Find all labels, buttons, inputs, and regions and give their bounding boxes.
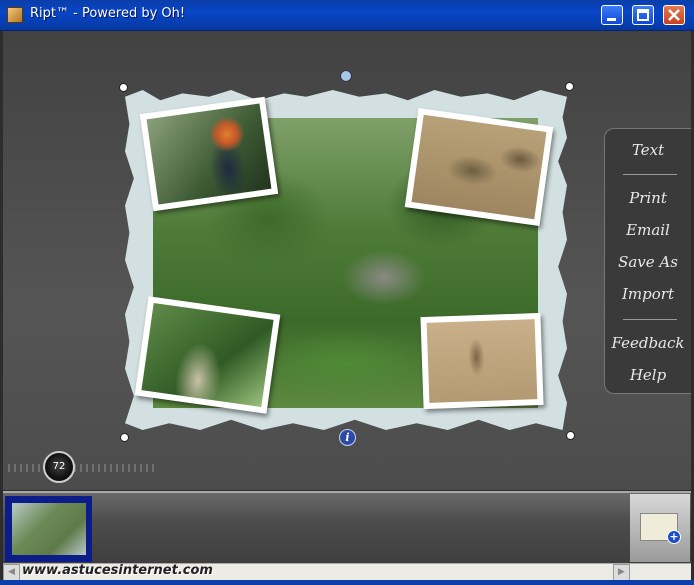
window-title: Ript™ - Powered by Oh!	[30, 6, 186, 21]
resize-handle-bottom-left[interactable]	[120, 433, 129, 442]
side-menu-panel: Text Print Email Save As Import Feedback…	[604, 128, 691, 394]
photo-tortoises[interactable]	[404, 108, 554, 226]
plus-icon: +	[667, 530, 681, 544]
window-border	[0, 580, 694, 585]
resize-handle-top-right[interactable]	[565, 82, 574, 91]
rotate-handle[interactable]	[340, 70, 352, 82]
zoom-slider-track[interactable]	[8, 464, 158, 472]
photo-path[interactable]	[134, 296, 281, 414]
photo-meerkat[interactable]	[420, 312, 544, 410]
menu-text[interactable]: Text	[605, 141, 691, 159]
menu-separator	[623, 174, 677, 175]
menu-help[interactable]: Help	[605, 366, 691, 384]
menu-import[interactable]: Import	[605, 285, 691, 303]
menu-print[interactable]: Print	[605, 189, 691, 207]
scroll-right-arrow-icon[interactable]: ▶	[613, 564, 630, 581]
menu-save-as[interactable]: Save As	[605, 253, 691, 271]
close-icon	[668, 9, 680, 21]
app-window: Ript™ - Powered by Oh! i Text Print Emai…	[0, 0, 694, 585]
menu-separator	[623, 319, 677, 320]
zoom-value: 72	[52, 461, 66, 472]
minimize-icon	[607, 18, 616, 21]
title-bar[interactable]: Ript™ - Powered by Oh!	[0, 0, 694, 31]
app-icon	[7, 7, 23, 23]
watermark-text: www.astucesinternet.com	[22, 563, 213, 578]
close-button[interactable]	[663, 5, 685, 25]
menu-email[interactable]: Email	[605, 221, 691, 239]
info-icon[interactable]: i	[339, 429, 356, 446]
page-thumbnail-image[interactable]	[12, 503, 86, 555]
maximize-button[interactable]	[632, 5, 654, 25]
minimize-button[interactable]	[601, 5, 623, 25]
resize-handle-top-left[interactable]	[119, 83, 128, 92]
page-tray	[3, 491, 691, 565]
photo-bird[interactable]	[139, 96, 279, 212]
maximize-icon	[637, 9, 649, 21]
resize-handle-bottom-right[interactable]	[566, 431, 575, 440]
menu-feedback[interactable]: Feedback	[605, 334, 691, 352]
scroll-left-arrow-icon[interactable]: ◀	[3, 564, 20, 581]
